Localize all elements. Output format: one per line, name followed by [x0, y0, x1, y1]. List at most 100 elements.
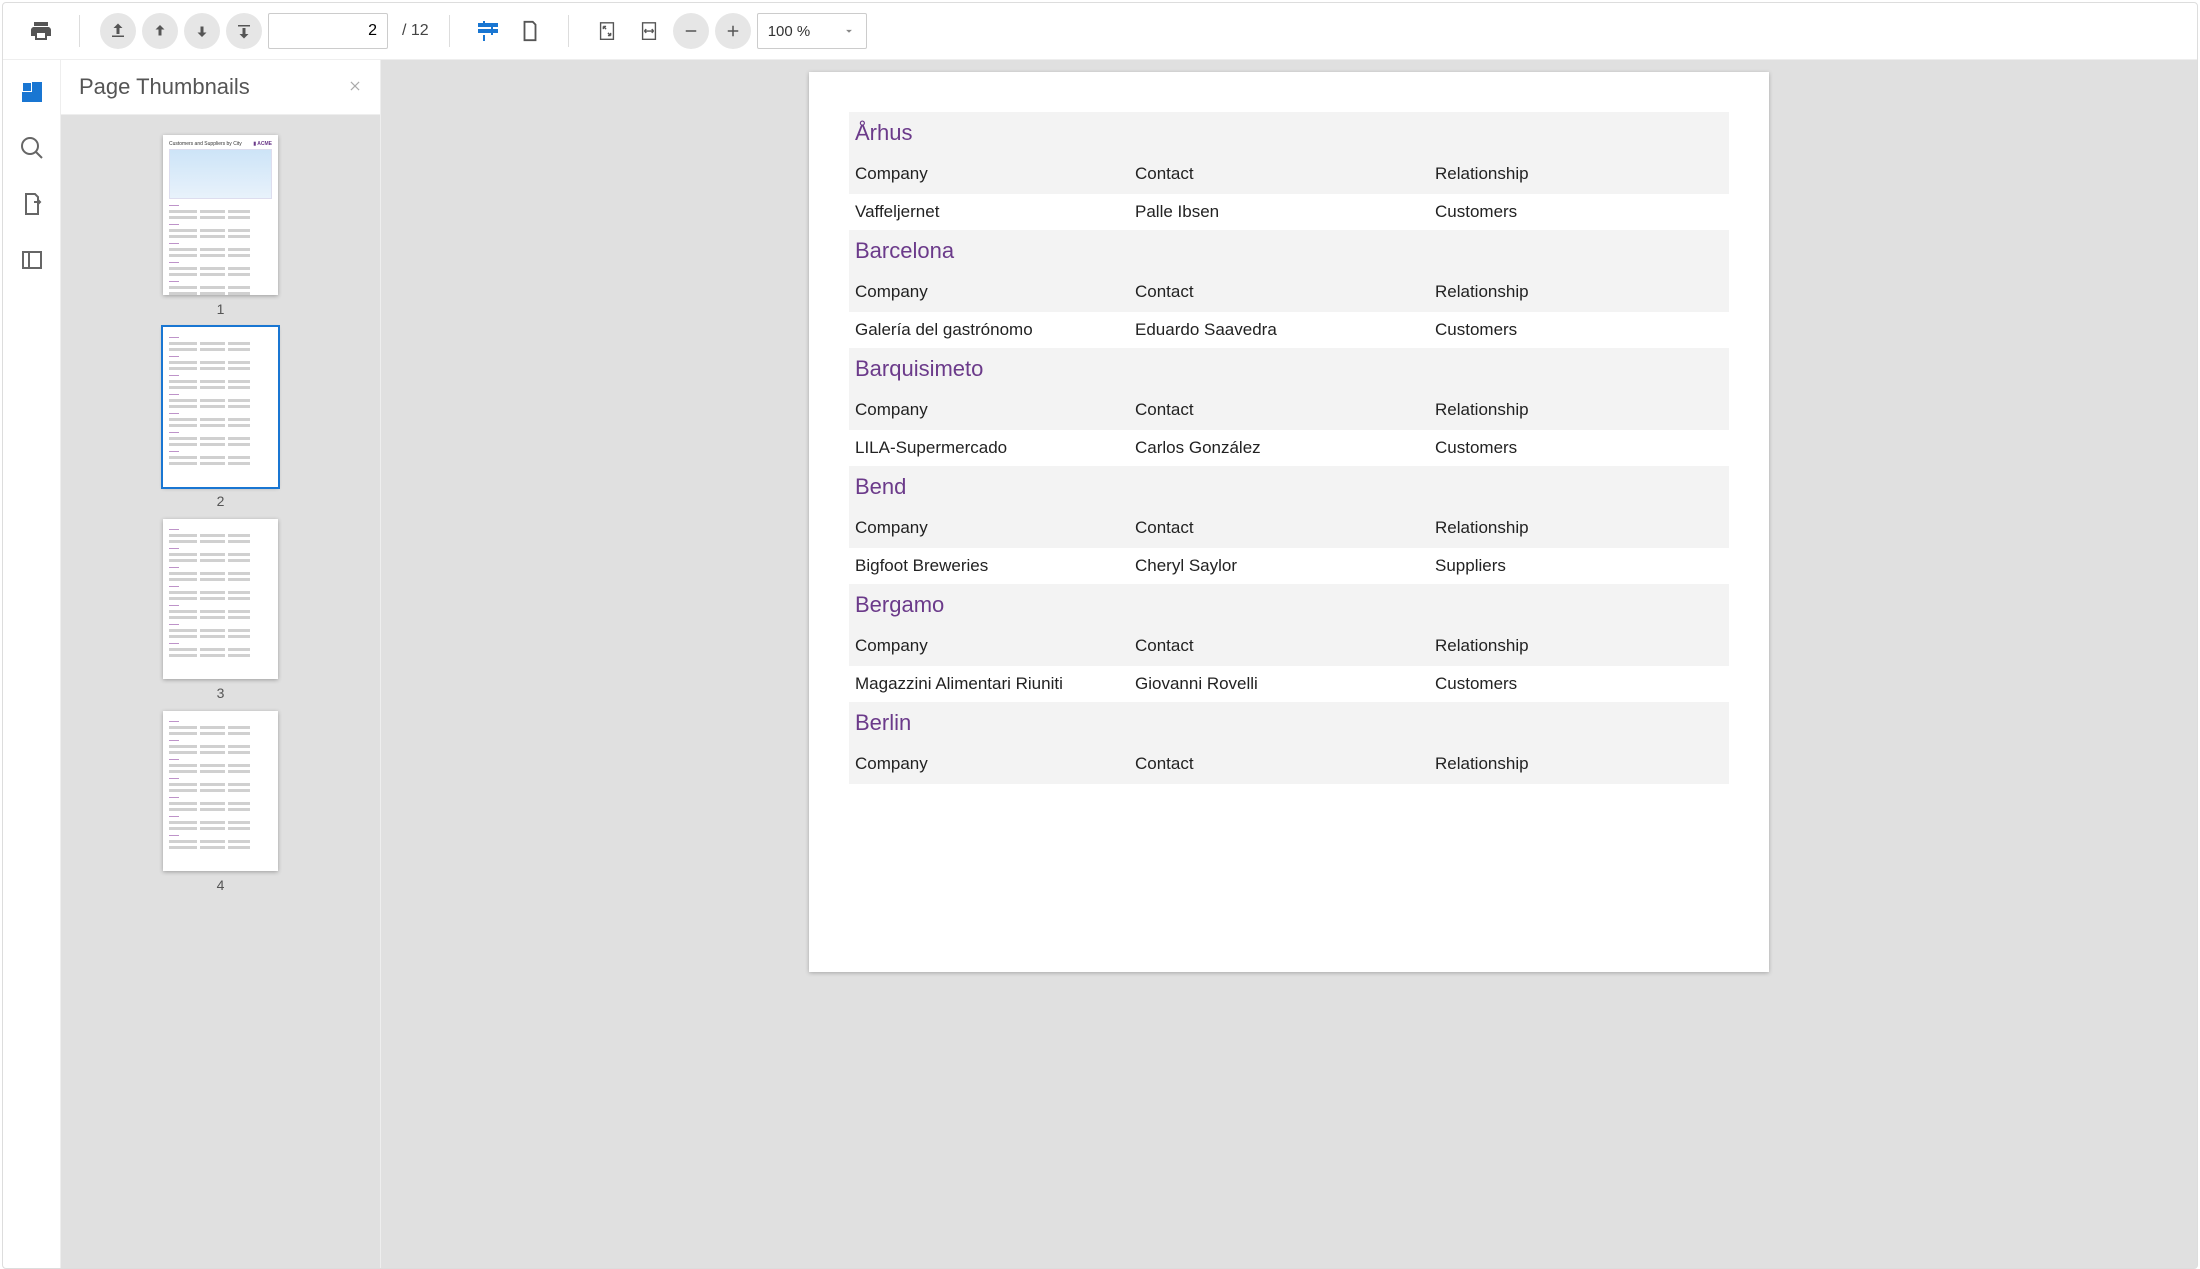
main-area: Page Thumbnails Customers and Suppliers … [3, 60, 2197, 1268]
group-city: Barcelona [849, 230, 1729, 272]
prev-page-button[interactable] [142, 13, 178, 49]
table-cell: LILA-Supermercado [855, 438, 1135, 458]
export-tab[interactable] [18, 190, 46, 218]
column-header: Contact [1135, 754, 1435, 774]
table-cell: Customers [1435, 438, 1723, 458]
column-header: Company [855, 400, 1135, 420]
layout-icon [20, 248, 44, 272]
close-icon [348, 79, 362, 93]
table-row: Bigfoot BreweriesCheryl SaylorSuppliers [849, 548, 1729, 584]
table-cell: Customers [1435, 320, 1723, 340]
thumbnails-panel: Page Thumbnails Customers and Suppliers … [61, 60, 381, 1268]
table-row: LILA-SupermercadoCarlos GonzálezCustomer… [849, 430, 1729, 466]
column-header: Contact [1135, 636, 1435, 656]
first-page-button[interactable] [100, 13, 136, 49]
thumbnails-title: Page Thumbnails [79, 74, 250, 100]
group-city: Århus [849, 112, 1729, 154]
group-city: Berlin [849, 702, 1729, 744]
table-cell: Bigfoot Breweries [855, 556, 1135, 576]
report-group: BergamoCompanyContactRelationshipMagazzi… [849, 584, 1729, 702]
table-row: VaffeljernetPalle IbsenCustomers [849, 194, 1729, 230]
zoom-in-button[interactable] [715, 13, 751, 49]
thumbnail-item[interactable]: —————————————— 3 [163, 519, 278, 701]
arrow-up-bar-icon [109, 22, 127, 40]
column-header: Contact [1135, 400, 1435, 420]
page-icon [519, 20, 541, 42]
single-page-button[interactable] [512, 13, 548, 49]
column-header: Relationship [1435, 164, 1723, 184]
thumbnail-page: —————————————— [163, 327, 278, 487]
thumbnail-page: —————————————— [163, 519, 278, 679]
table-cell: Suppliers [1435, 556, 1723, 576]
table-cell: Eduardo Saavedra [1135, 320, 1435, 340]
table-row: Magazzini Alimentari RiunitiGiovanni Rov… [849, 666, 1729, 702]
chevron-down-icon [842, 24, 856, 38]
table-row [849, 784, 1729, 800]
zoom-value: 100 % [768, 23, 811, 40]
close-panel-button[interactable] [348, 76, 362, 99]
document-area[interactable]: ÅrhusCompanyContactRelationshipVaffeljer… [381, 60, 2197, 1268]
thumbnail-item[interactable]: Customers and Suppliers by City▮ ACME———… [163, 135, 278, 317]
search-tab[interactable] [18, 134, 46, 162]
zoom-out-button[interactable] [673, 13, 709, 49]
table-cell: Customers [1435, 202, 1723, 222]
column-header: Relationship [1435, 518, 1723, 538]
column-header: Company [855, 754, 1135, 774]
thumbnail-item[interactable]: —————————————— 2 [163, 327, 278, 509]
arrow-down-bar-icon [235, 22, 253, 40]
thumbnail-number: 3 [217, 685, 225, 701]
column-header: Contact [1135, 164, 1435, 184]
column-header: Relationship [1435, 636, 1723, 656]
report-group: BendCompanyContactRelationshipBigfoot Br… [849, 466, 1729, 584]
toolbar-separator [568, 15, 569, 47]
column-header: Relationship [1435, 282, 1723, 302]
toggle-multipage-button[interactable] [470, 13, 506, 49]
thumbnails-tab[interactable] [18, 78, 46, 106]
toolbar: / 12 100 % [3, 3, 2197, 60]
report-group: ÅrhusCompanyContactRelationshipVaffeljer… [849, 112, 1729, 230]
table-cell: Customers [1435, 674, 1723, 694]
group-header-row: CompanyContactRelationship [849, 626, 1729, 666]
report-group: BarcelonaCompanyContactRelationship Galer… [849, 230, 1729, 348]
column-header: Relationship [1435, 754, 1723, 774]
group-city: Bend [849, 466, 1729, 508]
print-icon [29, 19, 53, 43]
layout-tab[interactable] [18, 246, 46, 274]
fit-width-icon [638, 20, 660, 42]
table-cell: Giovanni Rovelli [1135, 674, 1435, 694]
table-cell: Galería del gastrónomo [855, 320, 1135, 340]
report-group: Barquisimeto CompanyContactRelationship LI… [849, 348, 1729, 466]
table-cell: Vaffeljernet [855, 202, 1135, 222]
print-button[interactable] [23, 13, 59, 49]
last-page-button[interactable] [226, 13, 262, 49]
thumbnails-header: Page Thumbnails [61, 60, 380, 115]
toolbar-separator [79, 15, 80, 47]
column-header: Contact [1135, 282, 1435, 302]
group-city: Barquisimeto [849, 348, 1729, 390]
thumbnail-number: 2 [217, 493, 225, 509]
thumbnail-page: —————————————— [163, 711, 278, 871]
fit-page-button[interactable] [589, 13, 625, 49]
group-header-row: CompanyContactRelationship [849, 272, 1729, 312]
report-viewer: / 12 100 % [2, 2, 2198, 1269]
column-header: Company [855, 518, 1135, 538]
zoom-select[interactable]: 100 % [757, 13, 867, 49]
report-page: ÅrhusCompanyContactRelationshipVaffeljer… [809, 72, 1769, 972]
thumbnail-item[interactable]: ——————————————4 [163, 711, 278, 893]
multipage-icon [476, 19, 500, 43]
group-header-row: CompanyContactRelationship [849, 154, 1729, 194]
report-group: Berlin CompanyContactRelationship [849, 702, 1729, 800]
arrow-up-icon [151, 22, 169, 40]
next-page-button[interactable] [184, 13, 220, 49]
thumbnails-list[interactable]: Customers and Suppliers by City▮ ACME———… [61, 115, 380, 1268]
table-cell: Carlos González [1135, 438, 1435, 458]
grid-icon [20, 80, 44, 104]
group-header-row: CompanyContactRelationship [849, 508, 1729, 548]
thumbnail-page: Customers and Suppliers by City▮ ACME———… [163, 135, 278, 295]
column-header: Company [855, 636, 1135, 656]
column-header: Relationship [1435, 400, 1723, 420]
fit-width-button[interactable] [631, 13, 667, 49]
column-header: Company [855, 164, 1135, 184]
export-icon [20, 192, 44, 216]
page-number-input[interactable] [268, 13, 388, 49]
